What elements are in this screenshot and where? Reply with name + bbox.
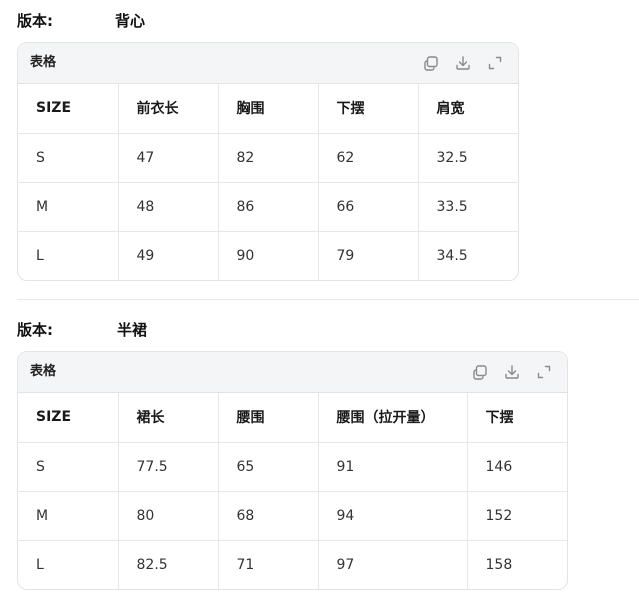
table-cell: 62 [318, 133, 419, 183]
table-card-1: 表格 SIZE 前衣长 胸围 下摆 肩宽 S 47 82 62 32.5 M 4… [17, 42, 519, 281]
version-value: 半裙 [117, 321, 148, 339]
table-cell: 32.5 [418, 133, 518, 183]
version-line-1: 版本: 背心 [17, 10, 217, 32]
table-cell: 86 [218, 182, 319, 232]
table-cell: L [18, 540, 119, 589]
column-header: SIZE [18, 84, 119, 134]
expand-icon[interactable] [535, 363, 553, 381]
table-cell: 97 [318, 540, 468, 589]
size-table: SIZE 前衣长 胸围 下摆 肩宽 S 47 82 62 32.5 M 48 8… [18, 84, 518, 280]
table-cell: 82.5 [118, 540, 219, 589]
column-header: 肩宽 [418, 84, 518, 134]
table-cell: 91 [318, 442, 468, 492]
table-cell: L [18, 231, 119, 280]
table-cell: 47 [118, 133, 219, 183]
table-cell: 34.5 [436, 247, 468, 264]
table-cell: 48 [118, 182, 219, 232]
table-cell: 79 [318, 231, 419, 280]
version-label: 版本: [17, 321, 53, 339]
table-row: M 48 86 66 33.5 [18, 182, 518, 232]
table-cell: 94 [318, 491, 468, 541]
table-toolbar [422, 54, 504, 72]
version-value: 背心 [115, 12, 146, 30]
column-header: 下摆 [467, 393, 567, 443]
table-cell: 152 [467, 491, 567, 541]
header-row: SIZE 裙长 腰围 腰围（拉开量） 下摆 [18, 393, 567, 443]
table-cell: S [18, 442, 119, 492]
table-cell: 82 [218, 133, 319, 183]
table-cell: 68 [218, 491, 319, 541]
table-card-2: 表格 SIZE 裙长 腰围 腰围（拉开量） 下摆 S 77.5 65 91 14… [17, 351, 568, 590]
table-cell: 66 [318, 182, 419, 232]
download-icon[interactable] [503, 363, 521, 381]
table-row: S 77.5 65 91 146 [18, 442, 567, 492]
table-header: 表格 [18, 43, 518, 84]
size-table: SIZE 裙长 腰围 腰围（拉开量） 下摆 S 77.5 65 91 146 M… [18, 393, 567, 589]
table-cell: 146 [467, 442, 567, 492]
table-cell: 49 [118, 231, 219, 280]
column-header: 下摆 [318, 84, 419, 134]
column-header: 腰围（拉开量） [318, 393, 468, 443]
column-header: 裙长 [118, 393, 219, 443]
expand-icon[interactable] [486, 54, 504, 72]
download-icon[interactable] [454, 54, 472, 72]
table-title: 表格 [30, 55, 57, 70]
table-cell: 158 [485, 556, 513, 573]
table-cell: M [18, 182, 119, 232]
column-header: SIZE [18, 393, 119, 443]
column-header: 胸围 [218, 84, 319, 134]
table-cell: M [18, 491, 119, 541]
copy-icon[interactable] [471, 363, 489, 381]
table-title: 表格 [30, 364, 57, 379]
version-line-2: 版本: 半裙 [17, 319, 217, 341]
table-cell: S [18, 133, 119, 183]
column-header: 前衣长 [118, 84, 219, 134]
table-row: S 47 82 62 32.5 [18, 133, 518, 183]
copy-icon[interactable] [422, 54, 440, 72]
table-cell: 80 [118, 491, 219, 541]
table-cell: 90 [218, 231, 319, 280]
version-label: 版本: [17, 12, 53, 30]
table-row: M 80 68 94 152 [18, 491, 567, 541]
table-row: L 82.5 71 97 158 [18, 540, 567, 589]
table-cell: 65 [218, 442, 319, 492]
table-row: L 49 90 79 34.5 [18, 231, 518, 280]
column-header: 腰围 [218, 393, 319, 443]
table-cell: 71 [218, 540, 319, 589]
section-divider [17, 299, 639, 300]
table-cell: 33.5 [418, 182, 518, 232]
table-cell: 77.5 [118, 442, 219, 492]
table-header: 表格 [18, 352, 567, 393]
header-row: SIZE 前衣长 胸围 下摆 肩宽 [18, 84, 518, 134]
table-toolbar [471, 363, 553, 381]
